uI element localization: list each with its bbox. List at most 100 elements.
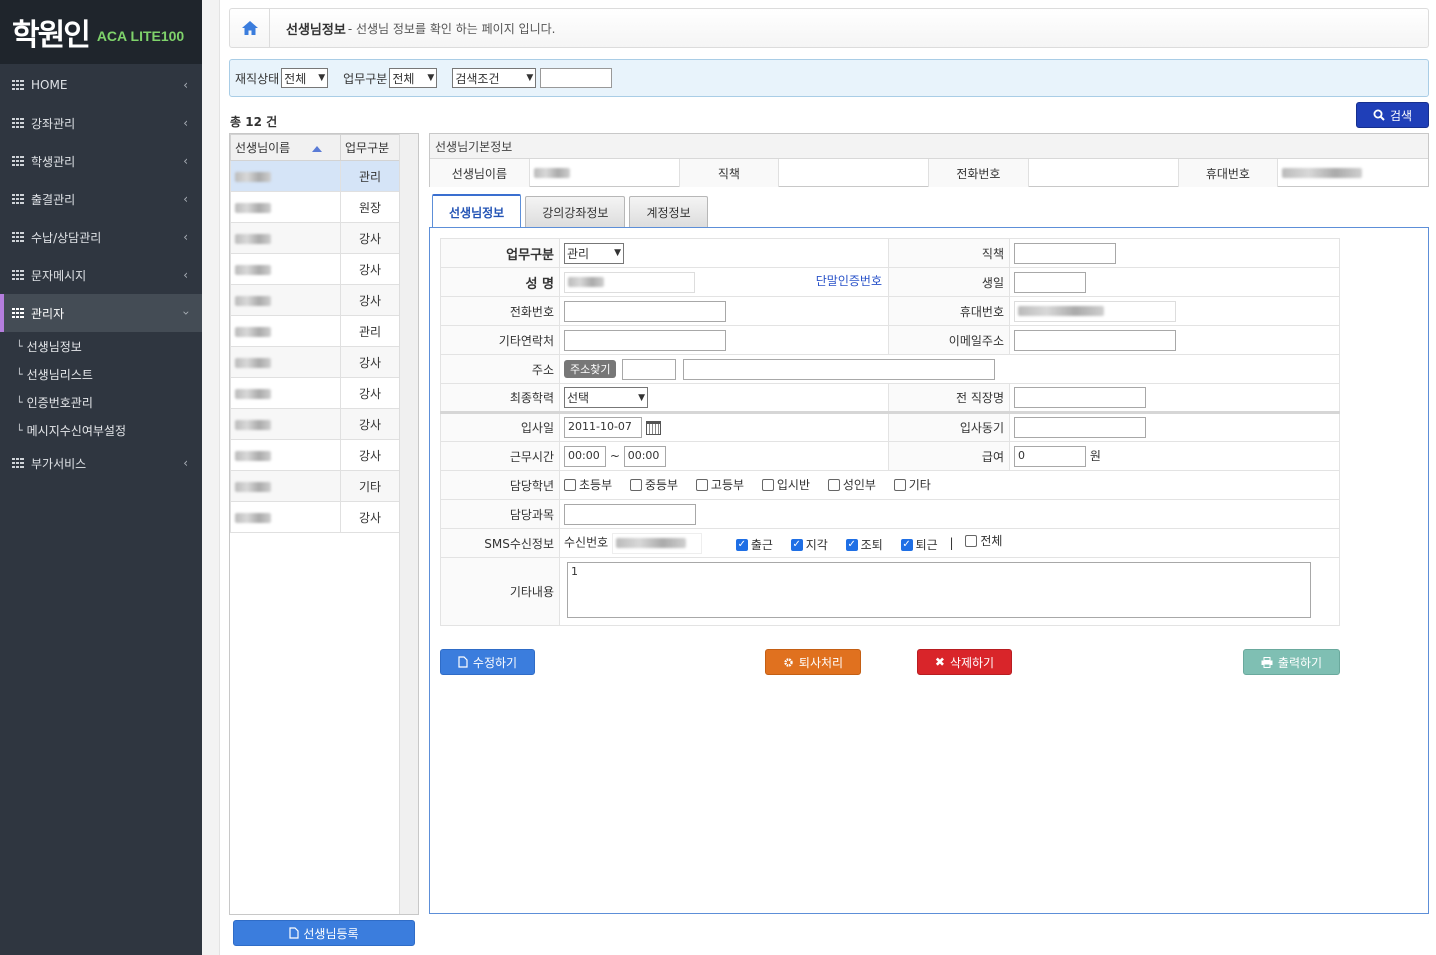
previous-job-input[interactable] <box>1014 387 1146 408</box>
sidebar-item-students[interactable]: 학생관리 ‹ <box>0 142 202 180</box>
redacted-name <box>235 357 271 368</box>
zipcode-input[interactable] <box>622 358 677 380</box>
sms-checkbox-all[interactable]: 전체 <box>965 532 1002 549</box>
sms-checkbox-early-leave[interactable]: ✓ 조퇴 <box>845 536 883 553</box>
table-row[interactable]: 강사 <box>230 377 400 409</box>
sidebar-subitem-teacher-info[interactable]: └ 선생님정보 <box>0 332 202 360</box>
home-button[interactable] <box>230 9 270 47</box>
sms-checkbox-late[interactable]: ✓ 지각 <box>790 536 828 553</box>
sidebar-subitem-auth-numbers[interactable]: └ 인증번호관리 <box>0 388 202 416</box>
memo-textarea[interactable]: 1 <box>567 562 1311 618</box>
table-row[interactable]: 강사 <box>230 253 400 285</box>
work-end-input[interactable]: 00:00 <box>623 445 666 467</box>
search-condition-select[interactable]: 검색조건 ▼ <box>452 68 537 88</box>
column-header-name[interactable]: 선생님이름 <box>230 134 341 161</box>
logo[interactable]: 학원인 ACA LITE100 <box>0 0 202 64</box>
page-title: 선생님정보 <box>286 22 346 38</box>
teacher-name-cell <box>230 470 341 502</box>
column-header-role[interactable]: 업무구분 <box>340 134 400 161</box>
table-row[interactable]: 강사 <box>230 284 400 316</box>
basic-mobile-label: 휴대번호 <box>1178 159 1279 187</box>
register-teacher-label: 선생님등록 <box>303 926 359 941</box>
phone-input[interactable] <box>564 300 726 322</box>
search-button[interactable]: 검색 <box>1356 102 1429 128</box>
calendar-icon[interactable] <box>646 420 661 435</box>
sidebar-item-courses[interactable]: 강좌관리 ‹ <box>0 104 202 142</box>
table-row[interactable]: 강사 <box>230 501 400 533</box>
sidebar-item-home[interactable]: HOME ‹ <box>0 66 202 104</box>
sms-number-input[interactable] <box>612 532 702 554</box>
sidebar-item-admin[interactable]: 관리자 ‹ <box>0 294 202 332</box>
sms-checkbox-leave[interactable]: ✓ 퇴근 <box>900 536 938 553</box>
tab-course-info[interactable]: 강의강좌정보 <box>525 196 626 228</box>
sidebar-item-attendance[interactable]: 출결관리 ‹ <box>0 180 202 218</box>
sidebar-subitem-teacher-list[interactable]: └ 선생님리스트 <box>0 360 202 388</box>
chevron-left-icon: ‹ <box>183 78 188 92</box>
table-row[interactable]: 강사 <box>230 408 400 440</box>
table-row[interactable]: 강사 <box>230 346 400 378</box>
grade-checkbox-high[interactable]: 고등부 <box>695 476 744 493</box>
grade-checkbox-elementary[interactable]: 초등부 <box>564 476 612 493</box>
table-row[interactable]: 관리 <box>230 315 400 347</box>
job-type-select[interactable]: 관리 ▼ <box>564 242 624 264</box>
other-contact-input[interactable] <box>564 329 726 351</box>
teacher-list: 선생님이름 업무구분 관리 원장 강사 강사 강사 관리 강사 강사 강사 강사… <box>229 133 419 915</box>
work-start-input[interactable]: 00:00 <box>564 445 606 467</box>
logo-main: 학원인 <box>12 18 91 53</box>
sidebar-item-addons[interactable]: 부가서비스 ‹ <box>0 444 202 482</box>
grade-checkbox-adult[interactable]: 성인부 <box>827 476 876 493</box>
table-row[interactable]: 강사 <box>230 439 400 471</box>
edit-button[interactable]: 수정하기 <box>440 649 535 675</box>
teacher-role-cell: 강사 <box>340 439 400 471</box>
sms-checkbox-arrival[interactable]: ✓ 출근 <box>735 536 773 553</box>
chevron-down-icon: ▼ <box>638 392 645 403</box>
sidebar-subitem-message-settings[interactable]: └ 메시지수신여부설정 <box>0 416 202 444</box>
table-row[interactable]: 원장 <box>230 191 400 223</box>
gear-icon <box>784 657 793 667</box>
position-input[interactable] <box>1014 242 1116 264</box>
teacher-basic-info: 선생님기본정보 선생님이름 직책 전화번호 휴대번호 <box>429 133 1429 187</box>
sidebar: 학원인 ACA LITE100 HOME ‹ 강좌관리 ‹ 학생관리 ‹ 출결관리 ‹ … <box>0 0 202 955</box>
delete-button[interactable]: ✖ 삭제하기 <box>917 649 1012 675</box>
phone-label: 전화번호 <box>440 296 560 326</box>
status-filter-select[interactable]: 전체 ▼ <box>281 68 329 88</box>
list-scrollbar[interactable] <box>399 134 418 914</box>
job-filter-select[interactable]: 전체 ▼ <box>389 68 438 88</box>
email-input[interactable] <box>1014 329 1176 351</box>
sidebar-item-payments[interactable]: 수납/상담관리 ‹ <box>0 218 202 256</box>
search-input[interactable] <box>540 68 613 88</box>
subject-label: 담당과목 <box>440 499 560 529</box>
grade-checkbox-other[interactable]: 기타 <box>893 476 931 493</box>
corner-icon: └ <box>16 423 23 437</box>
education-select[interactable]: 선택 ▼ <box>564 387 648 408</box>
resign-button-label: 퇴사처리 <box>798 655 844 670</box>
job-filter-value: 전체 <box>392 71 415 86</box>
join-date-input[interactable]: 2011-10-07 <box>564 417 642 438</box>
mobile-input[interactable] <box>1014 300 1176 322</box>
table-row[interactable]: 강사 <box>230 222 400 254</box>
register-teacher-button[interactable]: 선생님등록 <box>233 920 415 946</box>
grade-checkbox-exam[interactable]: 입시반 <box>761 476 810 493</box>
tab-bar: 선생님정보 강의강좌정보 계정정보 <box>432 194 712 229</box>
resign-button[interactable]: 퇴사처리 <box>765 649 861 675</box>
table-row[interactable]: 기타 <box>230 470 400 502</box>
address-input[interactable] <box>683 358 996 380</box>
tab-teacher-info[interactable]: 선생님정보 <box>432 194 522 229</box>
salary-input[interactable]: 0 <box>1014 445 1086 467</box>
sidebar-item-messages[interactable]: 문자메시지 ‹ <box>0 256 202 294</box>
grade-checkbox-middle[interactable]: 중등부 <box>629 476 678 493</box>
find-address-button[interactable]: 주소찾기 <box>564 360 617 378</box>
basic-name-label: 선생님이름 <box>430 159 530 187</box>
name-input[interactable] <box>564 271 695 293</box>
device-auth-link[interactable]: 단말인증번호 <box>816 272 882 289</box>
sidebar-item-label: 학생관리 <box>31 154 76 169</box>
subject-input[interactable] <box>564 503 696 525</box>
join-reason-input[interactable] <box>1014 417 1146 438</box>
birthday-input[interactable] <box>1014 271 1086 293</box>
teacher-name-cell <box>230 160 341 192</box>
sort-asc-icon <box>312 145 323 152</box>
print-button[interactable]: 출력하기 <box>1243 649 1340 675</box>
table-row[interactable]: 관리 <box>230 160 400 192</box>
tab-account-info[interactable]: 계정정보 <box>629 196 708 228</box>
grid-icon <box>12 308 24 318</box>
